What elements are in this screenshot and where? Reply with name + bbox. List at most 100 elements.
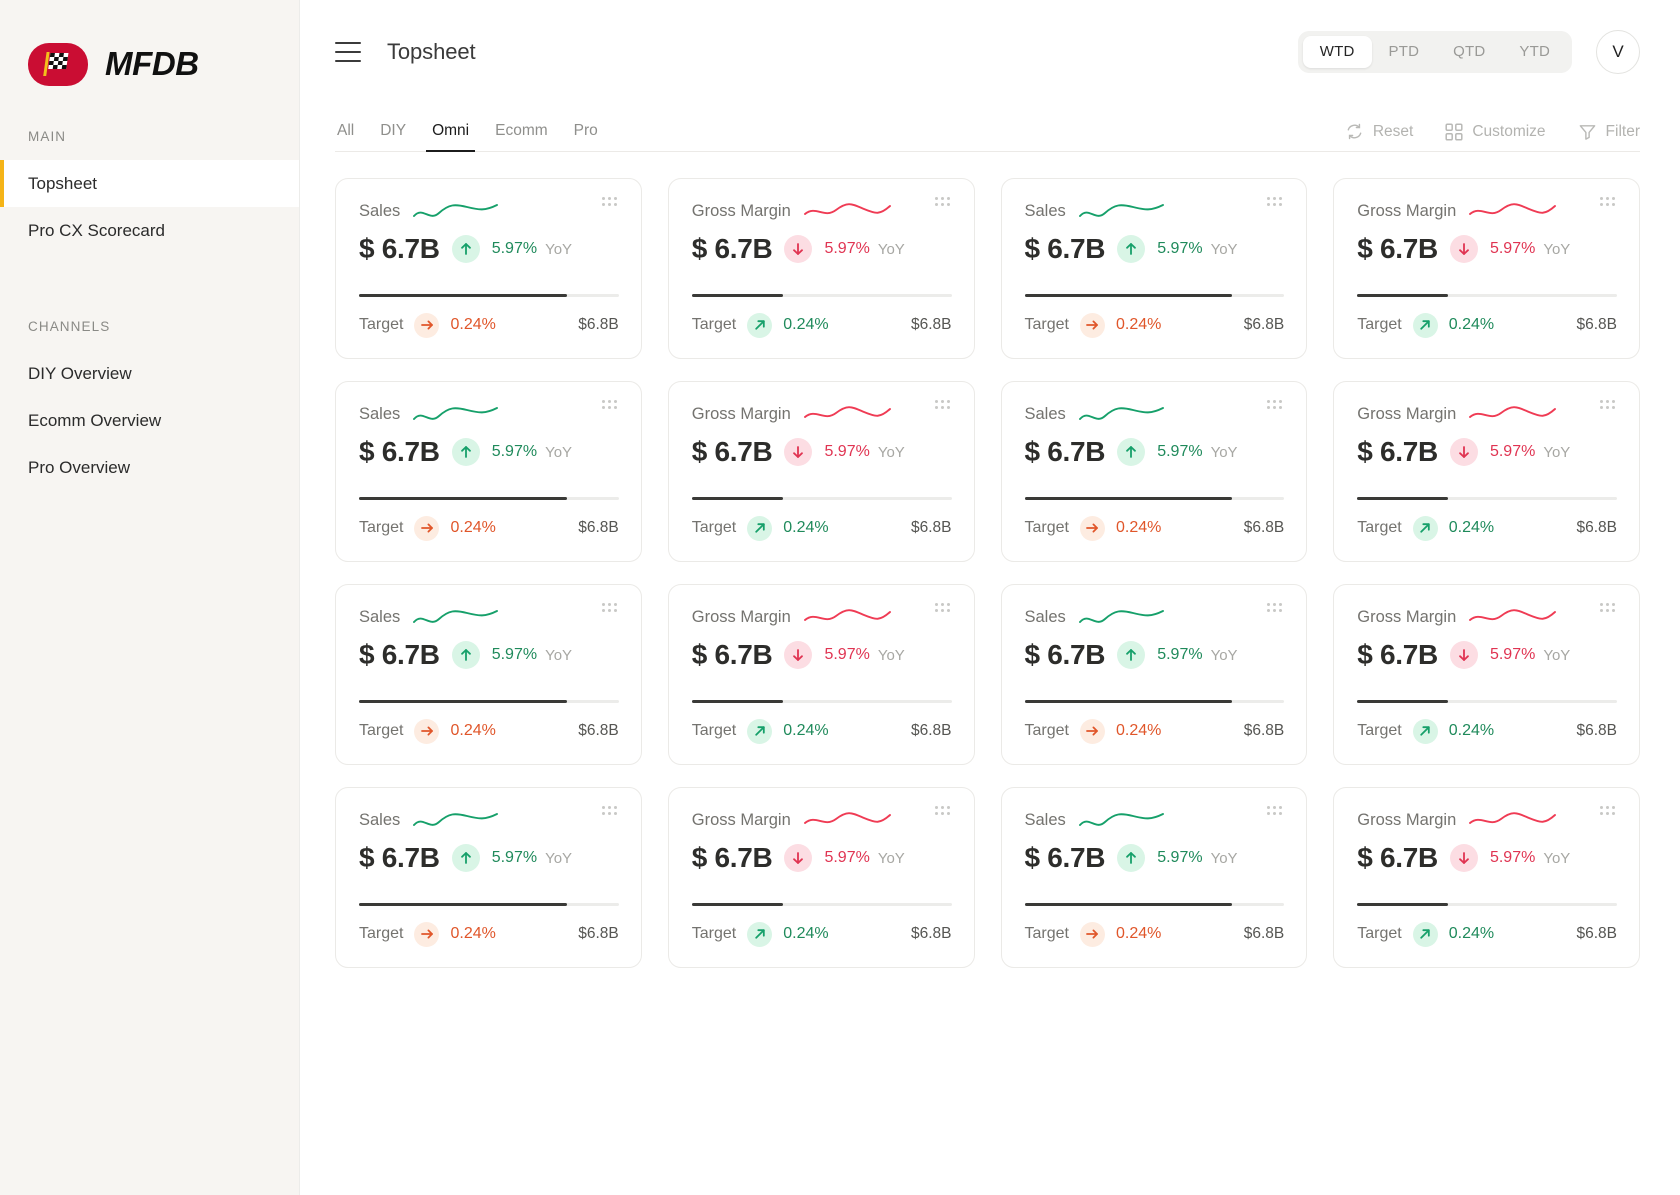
sparkline-down-icon bbox=[803, 405, 892, 423]
card-value: $ 6.7B bbox=[1024, 233, 1106, 264]
sparkline-down-icon bbox=[1469, 608, 1557, 626]
menu-dot bbox=[946, 400, 950, 403]
target-label: Target bbox=[359, 722, 404, 739]
target-arrow-flat-icon bbox=[1079, 515, 1105, 541]
metric-card[interactable]: Sales $ 6.7B 5.97% YoY Target 0.24% $6.8B bbox=[1000, 178, 1308, 359]
card-value: $ 6.7B bbox=[1024, 842, 1106, 873]
card-menu-icon[interactable] bbox=[601, 400, 622, 409]
target-label: Target bbox=[1024, 519, 1069, 536]
card-menu-icon[interactable] bbox=[1267, 197, 1287, 206]
metric-card[interactable]: Gross Margin $ 6.7B 5.97% YoY Target 0.24% $6.… bbox=[667, 787, 975, 968]
tab-diy[interactable]: DIY bbox=[367, 122, 419, 152]
card-menu-icon[interactable] bbox=[1267, 806, 1287, 815]
target-arrow-flat-icon bbox=[414, 312, 440, 338]
card-value: $ 6.7B bbox=[359, 639, 440, 670]
card-menu-icon[interactable] bbox=[934, 806, 955, 815]
metric-card[interactable]: Gross Margin $ 6.7B 5.97% YoY Target 0.24% $6.… bbox=[1333, 381, 1640, 562]
sidebar-item-topsheet[interactable]: Topsheet bbox=[0, 160, 299, 207]
metric-card[interactable]: Sales $ 6.7B 5.97% YoY Target 0.24% $6.8B bbox=[1000, 787, 1308, 968]
metric-card[interactable]: Sales $ 6.7B 5.97% YoY Target 0.24% $6.8B bbox=[1000, 584, 1308, 765]
metric-card[interactable]: Sales $ 6.7B 5.97% YoY Target 0.24% $6.8B bbox=[1000, 381, 1308, 562]
card-menu-icon[interactable] bbox=[934, 603, 955, 612]
card-footer: Target 0.24% $6.8B bbox=[692, 312, 952, 338]
card-menu-icon[interactable] bbox=[1600, 806, 1620, 815]
metric-card[interactable]: Gross Margin $ 6.7B 5.97% YoY Target 0.24% $6.… bbox=[1333, 787, 1640, 968]
top-bar: Topsheet WTD PTD QTD YTD V bbox=[300, 0, 1680, 104]
menu-dot-row bbox=[934, 812, 955, 815]
tab-pro[interactable]: Pro bbox=[561, 122, 611, 152]
card-delta: 5.97% bbox=[1157, 849, 1203, 866]
card-value: $ 6.7B bbox=[1024, 639, 1106, 670]
card-menu-icon[interactable] bbox=[934, 400, 955, 409]
metric-card[interactable]: Sales $ 6.7B 5.97% YoY Target 0.24% $6.8B bbox=[335, 178, 642, 359]
target-arrow-upright-icon bbox=[1412, 515, 1438, 541]
sidebar-item-pro-cx-scorecard[interactable]: Pro CX Scorecard bbox=[0, 207, 299, 254]
period-option-qtd[interactable]: QTD bbox=[1436, 36, 1502, 68]
card-value: $ 6.7B bbox=[1357, 842, 1438, 873]
card-menu-icon[interactable] bbox=[601, 197, 622, 206]
card-menu-icon[interactable] bbox=[601, 603, 622, 612]
trend-arrow-down-icon bbox=[784, 235, 813, 263]
menu-dot bbox=[1612, 406, 1615, 409]
reset-button[interactable]: Reset bbox=[1345, 122, 1413, 141]
card-menu-icon[interactable] bbox=[1267, 400, 1287, 409]
target-progress-fill bbox=[359, 903, 567, 906]
metric-card[interactable]: Sales $ 6.7B 5.97% YoY Target 0.24% $6.8B bbox=[335, 381, 642, 562]
period-selector[interactable]: WTD PTD QTD YTD bbox=[1297, 31, 1572, 73]
metric-card[interactable]: Sales $ 6.7B 5.97% YoY Target 0.24% $6.8B bbox=[335, 584, 642, 765]
card-menu-icon[interactable] bbox=[934, 197, 955, 206]
metric-card[interactable]: Gross Margin $ 6.7B 5.97% YoY Target 0.24% $6.… bbox=[667, 381, 975, 562]
target-delta: 0.24% bbox=[1448, 722, 1495, 739]
menu-dot-row bbox=[601, 806, 622, 809]
target-label: Target bbox=[1024, 722, 1069, 739]
metric-card[interactable]: Sales $ 6.7B 5.97% YoY Target 0.24% $6.8B bbox=[335, 787, 642, 968]
target-value: $6.8B bbox=[1576, 722, 1617, 739]
brand[interactable]: MFDB bbox=[0, 0, 299, 100]
filter-button[interactable]: Filter bbox=[1578, 122, 1640, 141]
card-delta-period: YoY bbox=[877, 240, 905, 258]
target-label: Target bbox=[359, 925, 404, 942]
card-menu-icon[interactable] bbox=[1600, 197, 1620, 206]
card-header: Sales bbox=[359, 809, 619, 831]
menu-dot bbox=[1279, 203, 1283, 206]
period-option-ytd[interactable]: YTD bbox=[1502, 36, 1567, 68]
metric-card[interactable]: Gross Margin $ 6.7B 5.97% YoY Target 0.24% $6.… bbox=[1333, 584, 1640, 765]
metric-card[interactable]: Gross Margin $ 6.7B 5.97% YoY Target 0.24% $6.… bbox=[667, 178, 975, 359]
card-menu-icon[interactable] bbox=[601, 806, 622, 815]
tab-ecomm[interactable]: Ecomm bbox=[482, 122, 561, 152]
period-option-wtd[interactable]: WTD bbox=[1302, 36, 1372, 68]
target-progress-bar bbox=[1357, 903, 1617, 906]
card-menu-icon[interactable] bbox=[1267, 603, 1287, 612]
sidebar-item-ecomm-overview[interactable]: Ecomm Overview bbox=[0, 397, 299, 444]
menu-dot bbox=[1273, 197, 1277, 200]
sidebar-item-pro-overview[interactable]: Pro Overview bbox=[0, 444, 299, 491]
card-delta-period: YoY bbox=[1543, 849, 1571, 867]
sidebar-item-diy-overview[interactable]: DIY Overview bbox=[0, 350, 299, 397]
menu-dot-row bbox=[1600, 603, 1620, 606]
card-menu-icon[interactable] bbox=[1600, 603, 1620, 612]
menu-dot bbox=[613, 806, 617, 809]
menu-dot bbox=[934, 806, 938, 809]
tab-all[interactable]: All bbox=[335, 122, 367, 152]
target-label: Target bbox=[691, 925, 737, 942]
card-footer: Target 0.24% $6.8B bbox=[359, 312, 619, 338]
menu-dot-row bbox=[934, 400, 955, 403]
tab-omni[interactable]: Omni bbox=[419, 122, 482, 152]
trend-arrow-down-icon bbox=[1449, 235, 1478, 263]
card-delta: 5.97% bbox=[491, 646, 538, 663]
card-menu-icon[interactable] bbox=[1600, 400, 1620, 409]
menu-dot bbox=[607, 812, 611, 815]
metric-card[interactable]: Gross Margin $ 6.7B 5.97% YoY Target 0.24% $6.… bbox=[667, 584, 975, 765]
card-value: $ 6.7B bbox=[1024, 436, 1106, 467]
card-delta: 5.97% bbox=[491, 849, 538, 866]
card-metric-label: Sales bbox=[1024, 810, 1066, 829]
customize-button[interactable]: Customize bbox=[1445, 123, 1546, 141]
avatar[interactable]: V bbox=[1596, 30, 1640, 74]
metric-card[interactable]: Gross Margin $ 6.7B 5.97% YoY Target 0.24% $6.… bbox=[1333, 178, 1640, 359]
period-option-ptd[interactable]: PTD bbox=[1372, 36, 1437, 68]
target-progress-bar bbox=[1357, 294, 1617, 297]
card-metric-label: Gross Margin bbox=[1357, 810, 1457, 829]
hamburger-icon[interactable] bbox=[335, 42, 361, 62]
target-value: $6.8B bbox=[1243, 316, 1285, 333]
sparkline-up-icon bbox=[413, 202, 501, 220]
